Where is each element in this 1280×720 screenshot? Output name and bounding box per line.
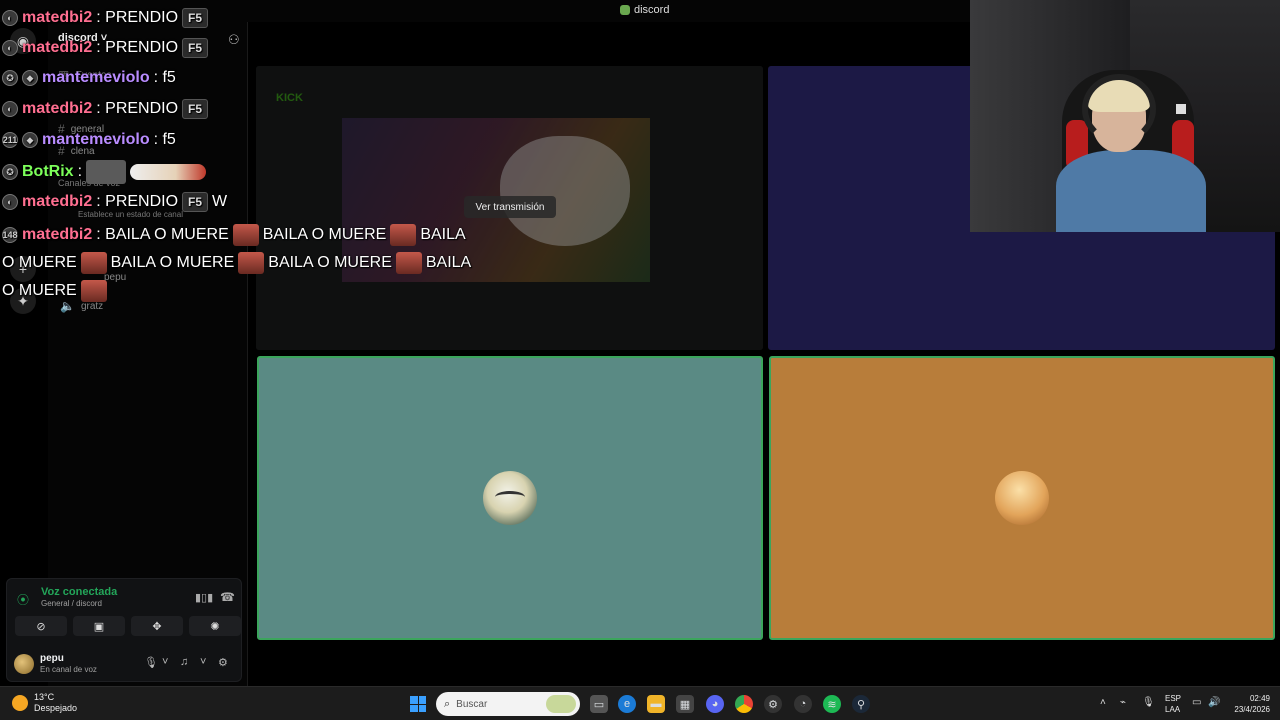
voice-channel-path[interactable]: General / discord bbox=[41, 599, 102, 608]
troll-face-avatar bbox=[483, 471, 537, 525]
user-status: En canal de voz bbox=[40, 665, 97, 674]
search-placeholder: Buscar bbox=[456, 698, 488, 710]
soundboard-icon: ✺ bbox=[210, 620, 220, 633]
window-title: discord bbox=[620, 4, 669, 16]
windows-start-icon[interactable] bbox=[410, 696, 426, 712]
chat-message: ◐ matedbi2: PRENDIO F5 bbox=[2, 99, 209, 119]
badge-icon: ◆ bbox=[22, 70, 38, 86]
language-indicator[interactable]: ESP LAA bbox=[1165, 693, 1181, 715]
file-explorer-icon[interactable]: ▬ bbox=[647, 695, 665, 713]
avatar[interactable] bbox=[14, 654, 34, 674]
badge-icon: ✪ bbox=[2, 70, 18, 86]
face-emote bbox=[80, 252, 107, 274]
weather-temp: 13°C bbox=[34, 692, 55, 702]
screen-share-button[interactable]: ▣ bbox=[73, 616, 125, 636]
search-bar[interactable]: ⌕ Buscar bbox=[436, 692, 580, 716]
weather-sun-icon bbox=[12, 695, 28, 711]
microphone-tray-icon[interactable]: 🎙 bbox=[1142, 697, 1155, 708]
headset bbox=[1082, 74, 1156, 144]
participant-tile-orange[interactable] bbox=[769, 356, 1275, 640]
f5-emote: F5 bbox=[182, 38, 209, 58]
badge-icon: ◐ bbox=[2, 40, 18, 56]
microphone-icon[interactable]: 🎙 bbox=[144, 656, 158, 669]
chat-message: ◐ matedbi2: PRENDIO F5 W bbox=[2, 192, 227, 212]
screen-share-icon: ▣ bbox=[93, 620, 105, 633]
f5-emote: F5 bbox=[182, 8, 209, 28]
watch-stream-button[interactable]: Ver transmisión bbox=[464, 196, 556, 218]
badge-count: 211 bbox=[2, 132, 18, 148]
search-highlight-image bbox=[546, 695, 576, 713]
chat-overlay: ◐ matedbi2: PRENDIO F5 ◐ matedbi2: PREND… bbox=[0, 4, 471, 304]
spotify-icon[interactable]: ≋ bbox=[823, 695, 841, 713]
face-emote bbox=[395, 252, 422, 274]
webcam-overlay bbox=[970, 0, 1280, 232]
display-icon[interactable]: ▭ bbox=[1192, 697, 1201, 708]
chat-message: ✪ BotRix: bbox=[2, 160, 207, 184]
chrome-icon[interactable] bbox=[735, 695, 753, 713]
badge-icon: ◐ bbox=[2, 101, 18, 117]
chevron-up-icon[interactable]: ˄ bbox=[1100, 697, 1106, 708]
store-icon[interactable]: ▦ bbox=[676, 695, 694, 713]
chat-message: ◐ matedbi2: PRENDIO F5 bbox=[2, 8, 209, 28]
badge-icon: ✪ bbox=[2, 164, 18, 180]
activities-icon: ✥ bbox=[152, 620, 162, 633]
face-emote bbox=[390, 224, 417, 246]
steam-icon[interactable]: ⚲ bbox=[852, 695, 870, 713]
settings-icon[interactable]: ⚙ bbox=[764, 695, 782, 713]
window-title-text: discord bbox=[634, 4, 670, 16]
volume-icon[interactable]: 🔊 bbox=[1208, 697, 1220, 708]
voice-connected-label[interactable]: Voz conectada bbox=[41, 586, 117, 598]
edge-icon[interactable]: e bbox=[618, 695, 636, 713]
user-name[interactable]: pepu bbox=[40, 653, 64, 664]
person-body bbox=[1056, 150, 1206, 232]
chat-message: 148 matedbi2: BAILA O MUERE BAILA O MUER… bbox=[2, 224, 466, 246]
camera-off-icon: ⊘ bbox=[36, 620, 46, 633]
participant-tile-teal[interactable] bbox=[257, 356, 763, 640]
chat-message-continuation: O MUERE bbox=[2, 280, 107, 302]
chat-message: 211 ◆ mantemeviolo: f5 bbox=[2, 131, 176, 148]
chevron-down-icon[interactable]: ˅ bbox=[200, 656, 206, 668]
chat-message-continuation: O MUERE BAILA O MUERE BAILA O MUERE BAIL… bbox=[2, 252, 471, 274]
weather-desc: Despejado bbox=[34, 703, 78, 713]
taskbar: 13°C Despejado ⌕ Buscar ▭ e ▬ ▦ ◕ ⚙ ◔ ≋ … bbox=[0, 686, 1280, 720]
network-icon[interactable]: ⌁ bbox=[1120, 697, 1126, 708]
gear-icon[interactable]: ⚙ bbox=[218, 656, 228, 669]
chat-message: ✪ ◆ mantemeviolo: f5 bbox=[2, 69, 176, 87]
noise-suppression-icon[interactable]: ▮▯▮ bbox=[195, 591, 213, 604]
discord-taskbar-icon[interactable]: ◕ bbox=[706, 695, 724, 713]
badge-icon: ◐ bbox=[2, 10, 18, 26]
headphones-icon[interactable]: ♫ bbox=[180, 656, 188, 668]
soundboard-button[interactable]: ✺ bbox=[189, 616, 241, 636]
sub-emote bbox=[86, 160, 127, 184]
cigarette-emote bbox=[130, 164, 207, 180]
discord-logo-icon bbox=[620, 5, 630, 15]
user-panel: pepu En canal de voz 🎙 ˅ ♫ ˅ ⚙ bbox=[6, 646, 242, 680]
face-emote bbox=[238, 252, 265, 274]
task-view-icon[interactable]: ▭ bbox=[590, 695, 608, 713]
weather-widget[interactable]: 13°C Despejado bbox=[12, 692, 77, 714]
chat-message: ◐ matedbi2: PRENDIO F5 bbox=[2, 38, 209, 58]
disconnect-icon[interactable]: ☎ bbox=[220, 590, 235, 604]
github-icon[interactable]: ◔ bbox=[794, 695, 812, 713]
badge-count: 148 bbox=[2, 227, 18, 243]
badge-icon: ◐ bbox=[2, 194, 18, 210]
search-icon: ⌕ bbox=[444, 697, 451, 710]
f5-emote: F5 bbox=[182, 192, 209, 212]
camera-off-button[interactable]: ⊘ bbox=[15, 616, 67, 636]
face-emote bbox=[80, 280, 107, 302]
face-emote bbox=[232, 224, 259, 246]
chevron-down-icon[interactable]: ˅ bbox=[162, 656, 168, 668]
f5-emote: F5 bbox=[182, 99, 209, 119]
clock[interactable]: 02:49 23/4/2026 bbox=[1226, 693, 1270, 715]
activities-button[interactable]: ✥ bbox=[131, 616, 183, 636]
signal-icon: ⦿ bbox=[17, 593, 30, 607]
bread-avatar bbox=[995, 471, 1049, 525]
badge-icon: ◆ bbox=[22, 132, 38, 148]
